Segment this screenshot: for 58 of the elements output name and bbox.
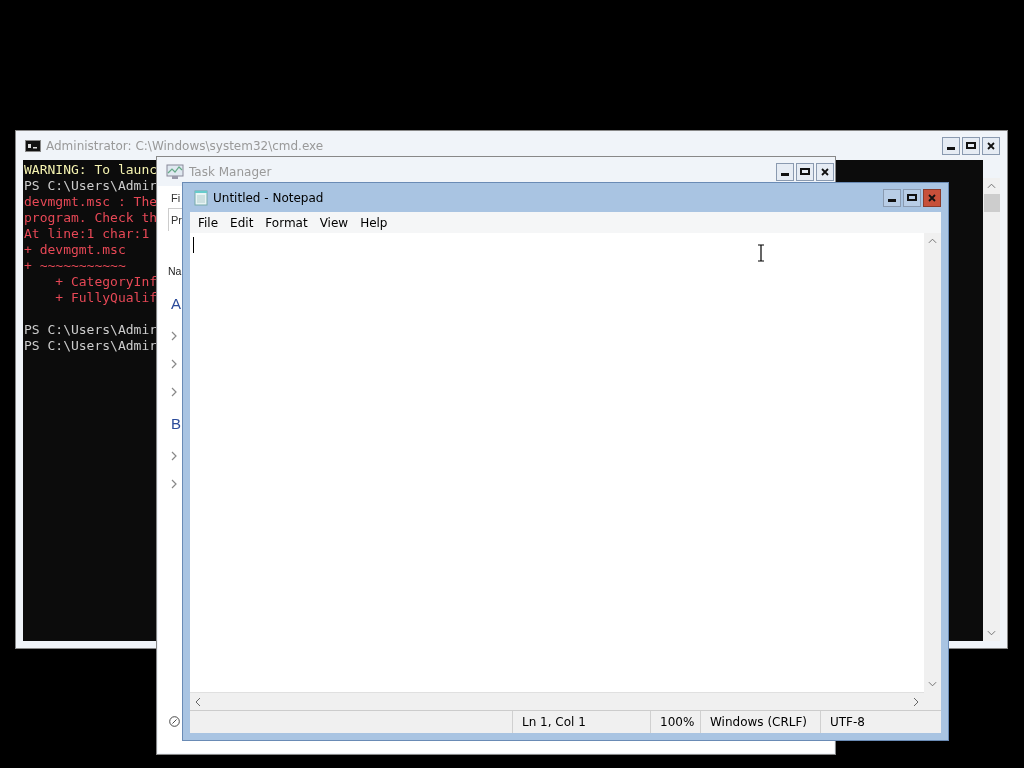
menu-item[interactable]: File xyxy=(192,212,225,233)
close-button[interactable] xyxy=(923,188,941,207)
group-header: B xyxy=(171,414,181,434)
console-line: + ~~~~~~~~~~~ xyxy=(24,258,126,274)
console-line: At line:1 char:1 xyxy=(24,226,150,242)
menu-item[interactable]: Help xyxy=(354,212,394,233)
notepad-icon xyxy=(194,189,208,206)
console-line: PS C:\Users\Admir xyxy=(24,338,158,354)
console-line: + devmgmt.msc xyxy=(24,242,126,258)
maximize-button[interactable] xyxy=(796,162,814,181)
console-icon xyxy=(25,139,41,152)
menu-item[interactable]: Fi xyxy=(171,188,181,208)
window-title: Task Manager xyxy=(189,164,272,179)
scroll-right-icon[interactable] xyxy=(913,696,919,707)
status-text: 100% xyxy=(651,711,701,733)
console-line: devmgmt.msc : The xyxy=(24,194,158,210)
collapse-icon[interactable] xyxy=(169,716,180,727)
window-title: Untitled - Notepad xyxy=(213,190,324,205)
scroll-down-icon[interactable] xyxy=(987,630,996,636)
maximize-button[interactable] xyxy=(903,188,921,207)
close-icon[interactable] xyxy=(821,167,829,176)
console-line: PS C:\Users\Admir xyxy=(24,178,158,194)
status-text: UTF-8 xyxy=(829,714,866,731)
menu-item[interactable]: View xyxy=(313,212,355,233)
chart-icon xyxy=(166,163,184,180)
window-title: Administrator: C:\Windows\system32\cmd.exe xyxy=(46,138,324,153)
status-text: Windows (CRLF) xyxy=(701,711,821,733)
column-header[interactable]: Na xyxy=(168,256,182,286)
scroll-down-icon[interactable] xyxy=(928,681,937,687)
group-header: A xyxy=(171,294,181,314)
text-cursor-icon xyxy=(757,244,765,262)
minimize-button[interactable] xyxy=(942,136,960,155)
chevron-icon[interactable] xyxy=(171,451,177,461)
console-line: + FullyQualif xyxy=(54,290,158,306)
chevron-icon[interactable] xyxy=(171,387,177,397)
scrollbar[interactable] xyxy=(983,178,1000,641)
chevron-icon[interactable] xyxy=(171,331,177,341)
console-line: WARNING: To launc xyxy=(24,162,158,178)
minimize-button[interactable] xyxy=(883,188,901,207)
scroll-thumb[interactable] xyxy=(983,194,1000,212)
scroll-up-icon[interactable] xyxy=(987,183,996,189)
console-line: PS C:\Users\Admir xyxy=(24,322,158,338)
menu-item[interactable]: Edit xyxy=(224,212,260,233)
scroll-up-icon[interactable] xyxy=(928,238,937,244)
scroll-left-icon[interactable] xyxy=(195,696,201,707)
minimize-button[interactable] xyxy=(776,162,794,181)
close-button[interactable] xyxy=(982,136,1000,155)
close-icon[interactable] xyxy=(987,141,995,150)
chevron-icon[interactable] xyxy=(171,359,177,369)
scrollbar[interactable] xyxy=(924,233,941,692)
scrollbar[interactable] xyxy=(190,692,924,710)
status-text: Ln 1, Col 1 xyxy=(513,711,651,733)
close-button[interactable] xyxy=(816,162,834,181)
menu-item[interactable]: Format xyxy=(259,212,314,233)
maximize-button[interactable] xyxy=(962,136,980,155)
console-line: program. Check th xyxy=(24,210,158,226)
chevron-icon[interactable] xyxy=(171,479,177,489)
console-line: + CategoryInf xyxy=(54,274,158,290)
